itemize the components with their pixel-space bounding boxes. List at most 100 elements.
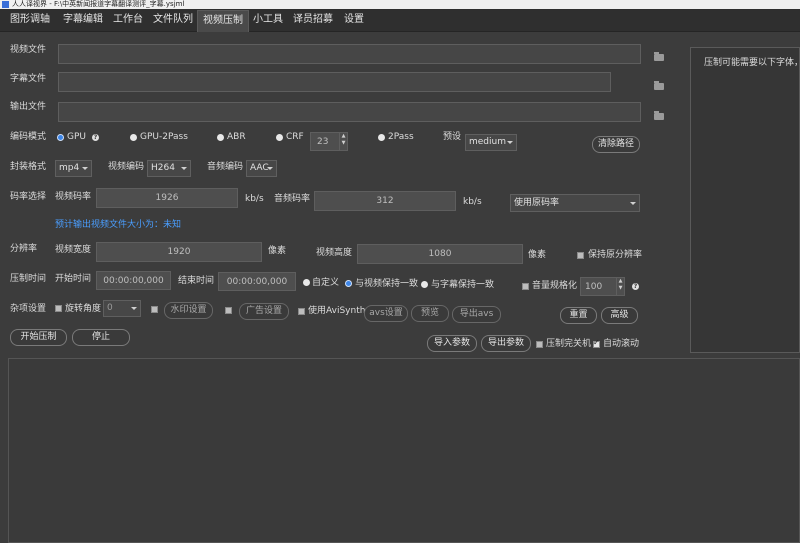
volume-input[interactable]: 100 ▲ ▼ [580,277,625,296]
video-file-label: 视频文件 [10,45,47,55]
watermark-button[interactable]: 水印设置 [164,302,213,319]
log-output-area[interactable] [8,358,800,543]
encode-time-label: 压制时间 [10,274,47,284]
tab-bar: 图形调轴 字幕编辑 工作台 文件队列 视频压制 小工具 译员招募 设置 [0,9,800,32]
custom-label: 自定义 [312,278,340,288]
audio-bitrate-input[interactable]: 312 [314,191,456,211]
keep-resolution-label: 保持原分辨率 [588,250,643,260]
vcodec-select[interactable]: H264 [147,160,191,177]
height-input[interactable]: 1080 [357,244,523,264]
crf-radio[interactable] [276,134,283,141]
tab-file-queue[interactable]: 文件队列 [153,9,193,31]
keep-resolution-checkbox[interactable] [577,252,584,259]
avs-settings-button[interactable]: avs设置 [364,305,408,322]
preview-button[interactable]: 预览 [411,305,449,322]
preset-select[interactable]: medium [465,134,517,151]
rotate-value: 0 [107,303,113,313]
container-label: 封装格式 [10,162,47,172]
shutdown-checkbox[interactable] [536,341,543,348]
2pass-label: 2Pass [388,132,414,142]
tab-tools[interactable]: 小工具 [253,9,283,31]
start-time-input[interactable]: 00:00:00,000 [96,271,171,290]
volume-value: 100 [585,282,603,292]
start-time-label: 开始时间 [55,274,92,284]
end-time-label: 结束时间 [178,276,215,286]
watermark-checkbox[interactable] [151,306,158,313]
subtitle-file-label: 字幕文件 [10,74,47,84]
gpu-label: GPU [67,132,86,142]
app-icon [2,1,9,8]
volume-normalize-checkbox[interactable] [522,283,529,290]
preset-value: medium [469,137,506,147]
chevron-down-icon [82,167,88,170]
audio-bitrate-label: 音频码率 [274,194,311,204]
audio-bitrate-unit: kb/s [463,197,482,207]
help-icon[interactable]: ? [92,134,99,141]
chevron-down-icon [131,307,137,310]
gpu2pass-radio[interactable] [130,134,137,141]
subtitle-folder-icon[interactable] [654,81,664,90]
output-folder-icon[interactable] [654,111,664,120]
rotate-label: 旋转角度 [65,304,102,314]
keep-video-radio[interactable] [345,280,352,287]
font-requirement-panel: 压制可能需要以下字体， [690,47,800,353]
autoscroll-checkbox[interactable] [593,338,600,348]
preset-label: 预设 [443,132,462,142]
video-file-input[interactable] [58,44,641,64]
crf-spin-icon[interactable]: ▲ ▼ [339,133,347,151]
autoscroll-label: 自动滚动 [603,339,640,349]
tab-settings[interactable]: 设置 [344,9,364,31]
start-encode-button[interactable]: 开始压制 [10,329,67,346]
resolution-label: 分辨率 [10,244,38,254]
video-bitrate-input[interactable]: 1926 [96,188,238,208]
end-time-input[interactable]: 00:00:00,000 [218,272,296,291]
window-title: 人人译视界 - F:\中英新闻报道字幕翻译测评_字幕.ysjml [12,0,185,8]
estimated-size-text: 预计输出视频文件大小为：未知 [55,220,182,230]
clear-path-button[interactable]: 清除路径 [592,136,640,153]
acodec-select[interactable]: AAC [246,160,277,177]
subtitle-file-input[interactable] [58,72,611,92]
output-file-input[interactable] [58,102,641,122]
vcodec-value: H264 [151,163,175,173]
tab-video-encode[interactable]: 视频压制 [197,10,249,32]
rotate-checkbox[interactable] [55,305,62,312]
volume-normalize-label: 音量规格化 [532,281,578,291]
output-file-label: 输出文件 [10,102,47,112]
acodec-label: 音频编码 [207,162,244,172]
bitrate-mode-select[interactable]: 使用原码率 [510,194,640,212]
ad-checkbox[interactable] [225,307,232,314]
vcodec-label: 视频编码 [108,162,145,172]
chevron-down-icon [630,202,636,205]
reset-button[interactable]: 重置 [560,307,597,324]
encode-mode-label: 编码模式 [10,132,47,142]
crf-value-input[interactable]: 23 ▲ ▼ [310,132,348,151]
keep-subtitle-radio[interactable] [421,281,428,288]
tab-recruit[interactable]: 译员招募 [293,9,333,31]
avisynth-checkbox[interactable] [298,308,305,315]
export-avs-button[interactable]: 导出avs [452,306,501,323]
export-params-button[interactable]: 导出参数 [481,335,531,352]
gpu-radio[interactable] [57,134,64,141]
stop-button[interactable]: 停止 [72,329,130,346]
import-params-button[interactable]: 导入参数 [427,335,477,352]
abr-radio[interactable] [217,134,224,141]
tab-subtitle-edit[interactable]: 字幕编辑 [63,9,103,31]
keep-subtitle-label: 与字幕保持一致 [431,280,495,290]
tab-graph-timing[interactable]: 图形调轴 [10,9,50,31]
volume-spin-icon[interactable]: ▲ ▼ [616,278,624,296]
tab-workbench[interactable]: 工作台 [113,9,143,31]
custom-radio[interactable] [303,279,310,286]
title-bar: 人人译视界 - F:\中英新闻报道字幕翻译测评_字幕.ysjml [0,0,800,9]
2pass-radio[interactable] [378,134,385,141]
advanced-button[interactable]: 高级 [601,307,638,324]
container-select[interactable]: mp4 [55,160,92,177]
ad-button[interactable]: 广告设置 [239,303,289,320]
help-icon[interactable]: ? [632,283,639,290]
crf-value: 23 [317,137,329,147]
video-folder-icon[interactable] [654,52,664,61]
width-label: 视频宽度 [55,245,92,255]
width-input[interactable]: 1920 [96,242,262,262]
width-unit: 像素 [268,246,287,256]
rotate-select[interactable]: 0 [103,300,141,317]
acodec-value: AAC [250,163,269,173]
